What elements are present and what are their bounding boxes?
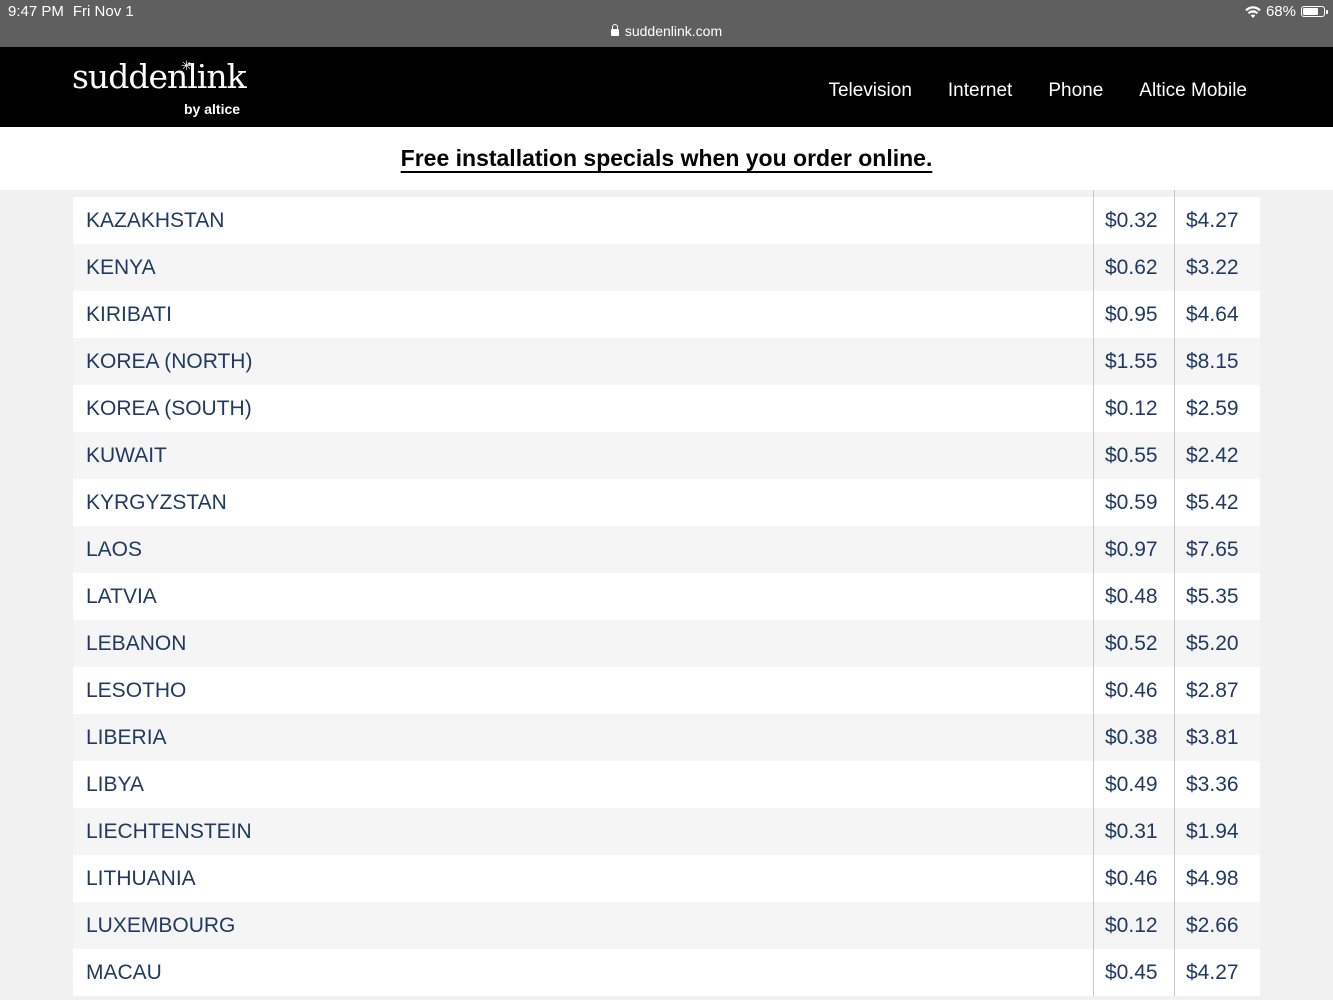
rate-cell: $5.35 bbox=[1174, 573, 1260, 620]
table-row: LESOTHO $0.46 $2.87 bbox=[73, 667, 1260, 714]
table-row: KOREA (NORTH) $1.55 $8.15 bbox=[73, 338, 1260, 385]
country-cell: KYRGYZSTAN bbox=[86, 491, 227, 514]
country-cell: LITHUANIA bbox=[86, 867, 196, 890]
rate-cell: $0.31 bbox=[1093, 808, 1174, 855]
logo-wordmark: suddenlink bbox=[72, 57, 247, 96]
country-cell: LIBERIA bbox=[86, 726, 167, 749]
status-time: 9:47 PM bbox=[8, 3, 64, 20]
country-cell: KAZAKHSTAN bbox=[86, 209, 225, 232]
country-cell: KENYA bbox=[86, 256, 156, 279]
battery-fill bbox=[1303, 8, 1318, 15]
battery-percent: 68% bbox=[1265, 3, 1296, 20]
country-cell: KOREA (SOUTH) bbox=[86, 397, 252, 420]
suddenlink-logo[interactable]: suddenlink ✳ by altice bbox=[72, 57, 252, 119]
table-row: LAOS $0.97 $7.65 bbox=[73, 526, 1260, 573]
country-cell: LEBANON bbox=[86, 632, 187, 655]
rate-cell: $2.42 bbox=[1174, 432, 1260, 479]
table-row: LEBANON $0.52 $5.20 bbox=[73, 620, 1260, 667]
rate-cell: $0.12 bbox=[1093, 385, 1174, 432]
country-cell: KIRIBATI bbox=[86, 303, 172, 326]
column-divider bbox=[1174, 190, 1175, 197]
column-divider bbox=[1093, 190, 1094, 197]
rate-cell: $0.32 bbox=[1093, 197, 1174, 244]
status-date: Fri Nov 1 bbox=[72, 3, 134, 20]
table-row: MACAU $0.45 $4.27 bbox=[73, 949, 1260, 996]
rate-cell: $0.59 bbox=[1093, 479, 1174, 526]
rate-cell: $2.87 bbox=[1174, 667, 1260, 714]
country-cell: LUXEMBOURG bbox=[86, 914, 236, 937]
table-row: KUWAIT $0.55 $2.42 bbox=[73, 432, 1260, 479]
rate-cell: $2.59 bbox=[1174, 385, 1260, 432]
table-row: LIBYA $0.49 $3.36 bbox=[73, 761, 1260, 808]
logo-sparkle-icon: ✳ bbox=[181, 58, 192, 73]
promo-link[interactable]: Free installation specials when you orde… bbox=[401, 145, 933, 172]
country-cell: LIBYA bbox=[86, 773, 144, 796]
site-header: suddenlink ✳ by altice Television Intern… bbox=[0, 47, 1333, 127]
table-row: LITHUANIA $0.46 $4.98 bbox=[73, 855, 1260, 902]
country-cell: KUWAIT bbox=[86, 444, 167, 467]
rate-cell: $5.42 bbox=[1174, 479, 1260, 526]
status-bar: 9:47 PM Fri Nov 1 suddenlink.com 68% bbox=[0, 0, 1333, 47]
rate-cell: $4.27 bbox=[1174, 197, 1260, 244]
nav-internet[interactable]: Internet bbox=[948, 80, 1012, 102]
lock-icon bbox=[610, 24, 619, 36]
promo-banner: Free installation specials when you orde… bbox=[0, 127, 1333, 190]
table-row: LIBERIA $0.38 $3.81 bbox=[73, 714, 1260, 761]
rate-cell: $7.65 bbox=[1174, 526, 1260, 573]
rate-cell: $4.27 bbox=[1174, 949, 1260, 996]
rate-cell: $0.97 bbox=[1093, 526, 1174, 573]
international-rates-table: KAZAKHSTAN $0.32 $4.27 KENYA $0.62 $3.22 KIRIB… bbox=[73, 197, 1260, 996]
table-row: KOREA (SOUTH) $0.12 $2.59 bbox=[73, 385, 1260, 432]
rate-cell: $0.52 bbox=[1093, 620, 1174, 667]
table-row: KYRGYZSTAN $0.59 $5.42 bbox=[73, 479, 1260, 526]
status-left: 9:47 PM Fri Nov 1 bbox=[8, 3, 143, 20]
country-cell: LIECHTENSTEIN bbox=[86, 820, 252, 843]
rate-cell: $0.12 bbox=[1093, 902, 1174, 949]
wifi-icon bbox=[1245, 5, 1261, 18]
table-row: LATVIA $0.48 $5.35 bbox=[73, 573, 1260, 620]
table-row: KENYA $0.62 $3.22 bbox=[73, 244, 1260, 291]
nav-phone[interactable]: Phone bbox=[1048, 80, 1103, 102]
rate-cell: $0.45 bbox=[1093, 949, 1174, 996]
table-row: KAZAKHSTAN $0.32 $4.27 bbox=[73, 197, 1260, 244]
rate-cell: $0.95 bbox=[1093, 291, 1174, 338]
table-row: LUXEMBOURG $0.12 $2.66 bbox=[73, 902, 1260, 949]
rate-cell: $0.38 bbox=[1093, 714, 1174, 761]
rate-cell: $2.66 bbox=[1174, 902, 1260, 949]
rate-cell: $4.98 bbox=[1174, 855, 1260, 902]
url-text: suddenlink.com bbox=[624, 23, 723, 39]
rate-cell: $0.62 bbox=[1093, 244, 1174, 291]
rate-cell: $0.48 bbox=[1093, 573, 1174, 620]
rate-cell: $3.22 bbox=[1174, 244, 1260, 291]
country-cell: KOREA (NORTH) bbox=[86, 350, 253, 373]
battery-icon bbox=[1301, 6, 1328, 17]
main-nav: Television Internet Phone Altice Mobile bbox=[792, 80, 1247, 102]
country-cell: LAOS bbox=[86, 538, 143, 561]
rate-cell: $0.46 bbox=[1093, 667, 1174, 714]
rate-cell: $3.36 bbox=[1174, 761, 1260, 808]
country-cell: LESOTHO bbox=[86, 679, 187, 702]
status-right: 68% bbox=[1245, 3, 1328, 20]
nav-television[interactable]: Television bbox=[828, 80, 911, 102]
nav-altice-mobile[interactable]: Altice Mobile bbox=[1139, 80, 1247, 102]
address-bar[interactable]: suddenlink.com bbox=[0, 23, 1333, 39]
rate-cell: $3.81 bbox=[1174, 714, 1260, 761]
logo-tagline: by altice bbox=[184, 101, 241, 117]
table-row: LIECHTENSTEIN $0.31 $1.94 bbox=[73, 808, 1260, 855]
rate-cell: $5.20 bbox=[1174, 620, 1260, 667]
rate-cell: $1.94 bbox=[1174, 808, 1260, 855]
rate-cell: $0.49 bbox=[1093, 761, 1174, 808]
country-cell: MACAU bbox=[86, 961, 162, 984]
table-row: KIRIBATI $0.95 $4.64 bbox=[73, 291, 1260, 338]
rate-cell: $0.46 bbox=[1093, 855, 1174, 902]
country-cell: LATVIA bbox=[86, 585, 157, 608]
rate-cell: $8.15 bbox=[1174, 338, 1260, 385]
rate-cell: $4.64 bbox=[1174, 291, 1260, 338]
rate-cell: $1.55 bbox=[1093, 338, 1174, 385]
rate-cell: $0.55 bbox=[1093, 432, 1174, 479]
